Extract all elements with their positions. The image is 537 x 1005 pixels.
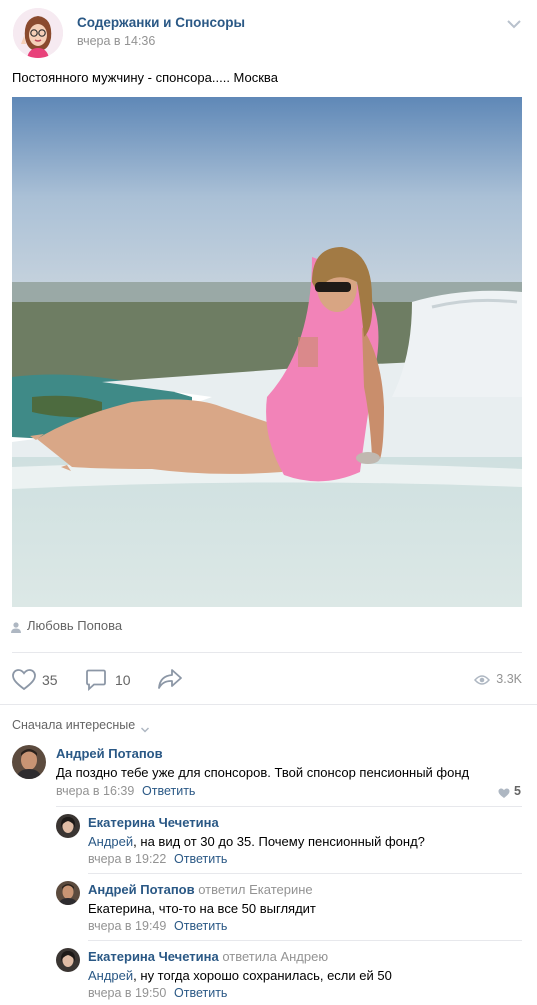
comment-time[interactable]: вчера в 16:39 (56, 784, 134, 798)
views-count: 3.3K (496, 672, 522, 686)
avatar[interactable] (56, 814, 80, 838)
reply-button[interactable]: Ответить (142, 784, 195, 798)
avatar[interactable] (56, 881, 80, 905)
post-text: Постоянного мужчину - спонсора..... Моск… (12, 70, 278, 85)
group-name[interactable]: Содержанки и Спонсоры (77, 15, 245, 30)
divider (12, 652, 522, 653)
post-photo[interactable] (12, 97, 522, 607)
photo-author[interactable]: Любовь Попова (27, 618, 122, 633)
group-avatar-illustration (13, 8, 63, 58)
comment-count: 10 (115, 672, 131, 688)
comments-sort[interactable]: Сначала интересные (12, 718, 150, 733)
comment-icon (85, 669, 107, 692)
share-icon[interactable] (157, 668, 183, 690)
comment-body: , на вид от 30 до 35. Почему пенсионный … (133, 834, 425, 849)
comments-sort-label: Сначала интересные (12, 718, 136, 732)
photo-illustration (12, 97, 522, 607)
divider (88, 873, 522, 874)
comment-button[interactable]: 10 (85, 668, 131, 692)
comment-header: Екатерина Чечетина ответила Андрею (88, 949, 328, 964)
avatar[interactable] (12, 745, 46, 779)
like-count: 35 (42, 672, 58, 688)
comment-time[interactable]: вчера в 19:22 (88, 852, 166, 866)
reply-button[interactable]: Ответить (174, 986, 227, 1000)
comment-author[interactable]: Екатерина Чечетина (88, 815, 219, 830)
eye-icon (474, 673, 491, 685)
comment-author[interactable]: Андрей Потапов (56, 746, 163, 761)
like-button[interactable]: 35 (12, 668, 58, 692)
reply-to-label[interactable]: ответила Андрею (222, 949, 328, 964)
addressee-link[interactable]: Андрей (88, 834, 133, 849)
comment-author[interactable]: Андрей Потапов (88, 882, 195, 897)
chevron-down-icon (140, 721, 150, 733)
chevron-down-icon[interactable] (506, 17, 522, 29)
comment-text: Екатерина, что-то на все 50 выглядит (88, 901, 316, 916)
comment-like[interactable]: 5 (498, 784, 521, 798)
group-avatar[interactable] (13, 8, 63, 58)
comment-author[interactable]: Екатерина Чечетина (88, 949, 219, 964)
comment-time[interactable]: вчера в 19:49 (88, 919, 166, 933)
reply-button[interactable]: Ответить (174, 919, 227, 933)
comment-text: Андрей, на вид от 30 до 35. Почему пенси… (88, 834, 425, 849)
comment-time[interactable]: вчера в 19:50 (88, 986, 166, 1000)
reply-button[interactable]: Ответить (174, 852, 227, 866)
comment-body: , ну тогда хорошо сохранилась, если ей 5… (133, 968, 392, 983)
heart-icon (498, 786, 510, 798)
avatar[interactable] (56, 948, 80, 972)
divider (0, 704, 537, 705)
heart-icon (12, 669, 36, 691)
comment-header: Андрей Потапов ответил Екатерине (88, 882, 313, 897)
post-time[interactable]: вчера в 14:36 (77, 34, 155, 48)
views: 3.3K (474, 672, 522, 686)
comment-like-count: 5 (514, 784, 521, 798)
divider (88, 940, 522, 941)
reply-to-label[interactable]: ответил Екатерине (198, 882, 312, 897)
addressee-link[interactable]: Андрей (88, 968, 133, 983)
divider (56, 806, 522, 807)
person-icon (11, 620, 21, 633)
comment-text: Да поздно тебе уже для спонсоров. Твой с… (56, 765, 470, 780)
comment-text: Андрей, ну тогда хорошо сохранилась, есл… (88, 968, 392, 983)
